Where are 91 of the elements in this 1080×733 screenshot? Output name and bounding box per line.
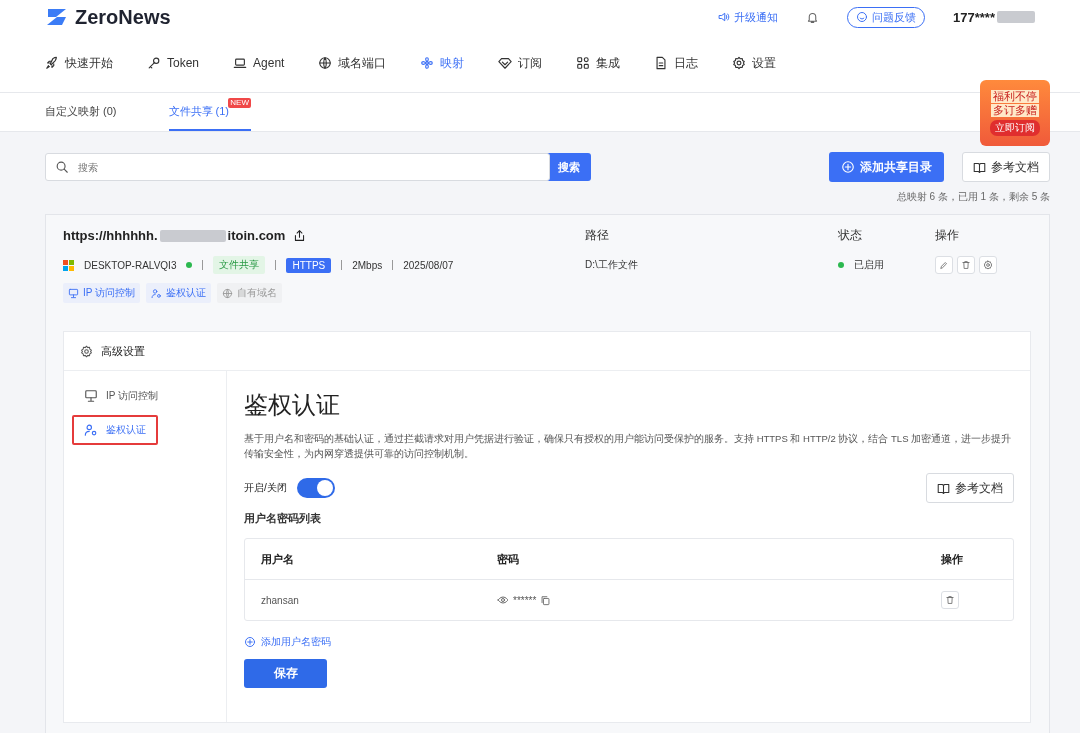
column-header: 操作: [941, 551, 964, 567]
subscribe-button[interactable]: 立即订阅: [990, 120, 1040, 136]
list-title: 用户名密码列表: [244, 511, 322, 526]
feature-tag[interactable]: 鉴权认证: [146, 283, 212, 303]
section-heading: 鉴权认证: [244, 390, 341, 420]
side-menu-item[interactable]: 鉴权认证: [72, 415, 158, 445]
nav-tab[interactable]: Agent: [233, 56, 285, 70]
laptop-icon: [233, 56, 248, 70]
protocol-tag: HTTPS: [286, 257, 332, 273]
column-header: 密码: [497, 551, 520, 567]
document-icon: [654, 56, 669, 70]
feedback-button[interactable]: 问题反馈: [847, 6, 926, 28]
rocket-icon: [45, 56, 59, 70]
device-name: DESKTOP-RALVQI3: [84, 259, 177, 271]
docs-button[interactable]: 参考文档: [926, 473, 1014, 503]
plus-circle-icon: [841, 160, 855, 174]
new-badge: NEW: [228, 98, 251, 108]
nav-tab[interactable]: 设置: [732, 54, 777, 72]
username-cell-text: zhansan: [261, 594, 300, 606]
promo-text: 多订多赠: [991, 104, 1039, 117]
enable-toggle[interactable]: [296, 478, 335, 498]
plus-circle-icon: [244, 636, 256, 648]
nav-tab[interactable]: Token: [147, 56, 200, 70]
status-text: 已启用: [854, 258, 884, 272]
user-phone[interactable]: 177****: [953, 9, 995, 25]
type-tag: 文件共享: [213, 256, 266, 274]
nav-tab[interactable]: 集成: [576, 54, 621, 72]
search-field[interactable]: 搜索: [45, 153, 550, 181]
description-text: 基于用户名和密码的基础认证，通过拦截请求对用户凭据进行验证，确保只有授权的用户能访问受保护的服务。支持 HTTPS 和 HTTP/2 协议，结合 TLS 加密通道，进一步提升传输安全性，为内网穿透提供可靠的访问控制机制。: [244, 432, 1013, 461]
column-header: 用户名: [261, 551, 295, 567]
feature-tag[interactable]: IP 访问控制: [63, 283, 141, 303]
pencil-icon: [939, 260, 949, 270]
key-icon: [147, 56, 161, 70]
windows-icon: [63, 259, 74, 271]
docs-button[interactable]: 参考文档: [962, 152, 1050, 182]
monitor-icon: [68, 287, 79, 299]
upgrade-notice-link[interactable]: 升级通知: [718, 9, 779, 25]
toggle-label: 开启/关闭: [244, 481, 287, 495]
path-text: D:\工作文件: [585, 258, 639, 272]
gear-icon: [80, 344, 93, 358]
column-header: 路径: [585, 227, 610, 244]
promo-gift-banner[interactable]: 福利不停 多订多赠 立即订阅: [980, 80, 1050, 146]
url-text[interactable]: itoin.com: [227, 228, 286, 243]
usage-summary: 总映射 6 条，已用 1 条，剩余 5 条: [896, 191, 1050, 202]
nav-tab[interactable]: 订阅: [498, 54, 543, 72]
grid-icon: [576, 56, 591, 70]
save-button[interactable]: 保存: [244, 659, 327, 688]
nav-tab[interactable]: 映射: [420, 54, 465, 72]
zeronews-logo: ZeroNews: [45, 5, 171, 29]
book-icon: [937, 481, 950, 495]
diamond-icon: [498, 56, 513, 70]
search-icon: [55, 160, 69, 174]
redacted-block: [997, 11, 1035, 23]
nav-tab[interactable]: 快速开始: [45, 54, 113, 72]
settings-button[interactable]: [979, 256, 997, 274]
redacted-block: [159, 229, 226, 242]
column-header: 状态: [838, 227, 863, 244]
delete-button[interactable]: [941, 591, 959, 609]
gear-icon: [983, 260, 993, 270]
monitor-icon: [84, 389, 98, 403]
url-text[interactable]: https://hhhhhh.: [63, 228, 158, 243]
trash-icon: [961, 260, 971, 270]
sub-tab[interactable]: 文件共享 (1) NEW: [168, 93, 251, 131]
smiley-icon: [856, 11, 869, 23]
bandwidth-text: 2Mbps: [352, 259, 383, 271]
share-icon: [293, 229, 306, 242]
bell-icon: [806, 10, 820, 24]
trash-icon: [945, 595, 955, 605]
book-icon: [973, 160, 986, 174]
search-button[interactable]: 搜索: [547, 153, 591, 181]
promo-text: 福利不停: [991, 90, 1039, 103]
speaker-icon: [718, 11, 731, 23]
copy-icon: [540, 594, 552, 606]
edit-button[interactable]: [935, 256, 953, 274]
nav-tab[interactable]: 日志: [654, 54, 699, 72]
panel-title: 高级设置: [101, 343, 145, 359]
nav-tab[interactable]: 域名端口: [318, 54, 387, 72]
add-share-button[interactable]: 添加共享目录: [829, 152, 944, 182]
add-credential-link[interactable]: 添加用户名密码: [244, 635, 331, 649]
eye-icon: [497, 594, 509, 606]
gear-icon: [732, 56, 747, 70]
globe-icon: [318, 56, 333, 70]
sub-tab[interactable]: 自定义映射 (0): [45, 93, 139, 131]
globe-icon: [222, 287, 234, 299]
side-menu-item[interactable]: IP 访问控制: [72, 381, 171, 411]
delete-button[interactable]: [957, 256, 975, 274]
fan-icon: [420, 56, 435, 70]
date-text: 2025/08/07: [403, 259, 454, 271]
column-header: 操作: [935, 227, 960, 244]
password-cell: ******: [513, 594, 537, 606]
status-dot: [838, 262, 844, 268]
